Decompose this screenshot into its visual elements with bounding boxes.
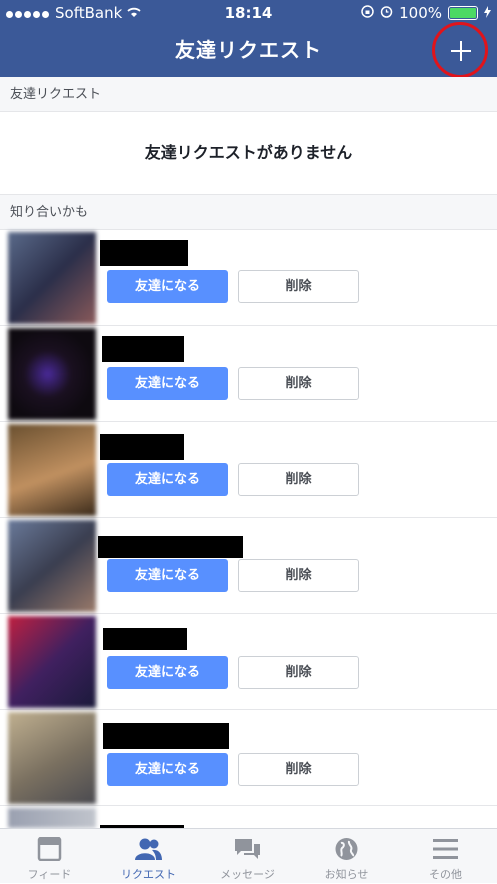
delete-button[interactable]: 削除 (238, 463, 359, 496)
add-friend-button[interactable]: 友達になる (107, 463, 228, 496)
add-friend-button[interactable]: 友達になる (107, 656, 228, 689)
delete-button[interactable]: 削除 (238, 559, 359, 592)
plus-icon-stroke (460, 41, 462, 61)
menu-icon (432, 837, 459, 861)
navigation-bar: SoftBank 18:14 100% 友達リクエスト (0, 0, 497, 78)
suggestion-row-partial (0, 806, 497, 828)
delete-button[interactable]: 削除 (238, 753, 359, 786)
add-friend-button[interactable]: 友達になる (107, 559, 228, 592)
friends-icon (135, 837, 162, 861)
redacted-name[interactable] (103, 723, 229, 749)
avatar[interactable] (8, 808, 96, 828)
delete-button[interactable]: 削除 (238, 656, 359, 689)
section-header-suggestions: 知り合いかも (0, 194, 497, 230)
avatar[interactable] (8, 616, 96, 708)
redacted-name[interactable] (98, 536, 243, 558)
battery-percent: 100% (399, 4, 442, 22)
tab-label: フィード (27, 868, 72, 881)
charging-icon (484, 0, 491, 26)
avatar[interactable] (8, 424, 96, 516)
globe-icon (333, 837, 360, 861)
tab-bar: フィード リクエスト メッセージ お知らせ その他 (0, 828, 497, 883)
suggestion-row: 友達になる 削除 (0, 230, 497, 326)
redacted-name[interactable] (102, 336, 184, 362)
tab-label: リクエスト (121, 868, 176, 881)
avatar[interactable] (8, 520, 96, 612)
redacted-name[interactable] (100, 434, 184, 460)
tab-notifications[interactable]: お知らせ (297, 829, 396, 884)
redacted-name[interactable] (103, 628, 187, 650)
status-bar: SoftBank 18:14 100% (0, 0, 497, 26)
avatar[interactable] (8, 328, 96, 420)
suggestion-row: 友達になる 削除 (0, 614, 497, 710)
add-friend-button[interactable] (432, 22, 488, 78)
suggestion-row: 友達になる 削除 (0, 518, 497, 614)
section-header-requests: 友達リクエスト (0, 77, 497, 112)
add-friend-button[interactable]: 友達になる (107, 753, 228, 786)
alarm-icon (380, 0, 393, 26)
tab-label: お知らせ (324, 868, 369, 881)
tab-more[interactable]: その他 (396, 829, 495, 884)
suggestion-row: 友達になる 削除 (0, 710, 497, 806)
tab-label: その他 (429, 868, 462, 881)
lock-rotation-icon (361, 0, 374, 26)
suggestion-row: 友達になる 削除 (0, 422, 497, 518)
redacted-name[interactable] (100, 240, 188, 266)
tab-feed[interactable]: フィード (0, 829, 99, 884)
avatar[interactable] (8, 232, 96, 324)
tab-label: メッセージ (220, 868, 275, 881)
suggestion-row: 友達になる 削除 (0, 326, 497, 422)
message-icon (234, 837, 261, 861)
add-friend-button[interactable]: 友達になる (107, 270, 228, 303)
feed-icon (36, 836, 63, 862)
status-right: 100% (361, 0, 491, 26)
delete-button[interactable]: 削除 (238, 270, 359, 303)
page-title: 友達リクエスト (175, 38, 322, 62)
avatar[interactable] (8, 712, 96, 804)
add-friend-button[interactable]: 友達になる (107, 367, 228, 400)
delete-button[interactable]: 削除 (238, 367, 359, 400)
tab-requests[interactable]: リクエスト (99, 829, 198, 884)
empty-requests-message: 友達リクエストがありません (144, 143, 353, 162)
tab-messages[interactable]: メッセージ (198, 829, 297, 884)
battery-icon (448, 6, 478, 20)
